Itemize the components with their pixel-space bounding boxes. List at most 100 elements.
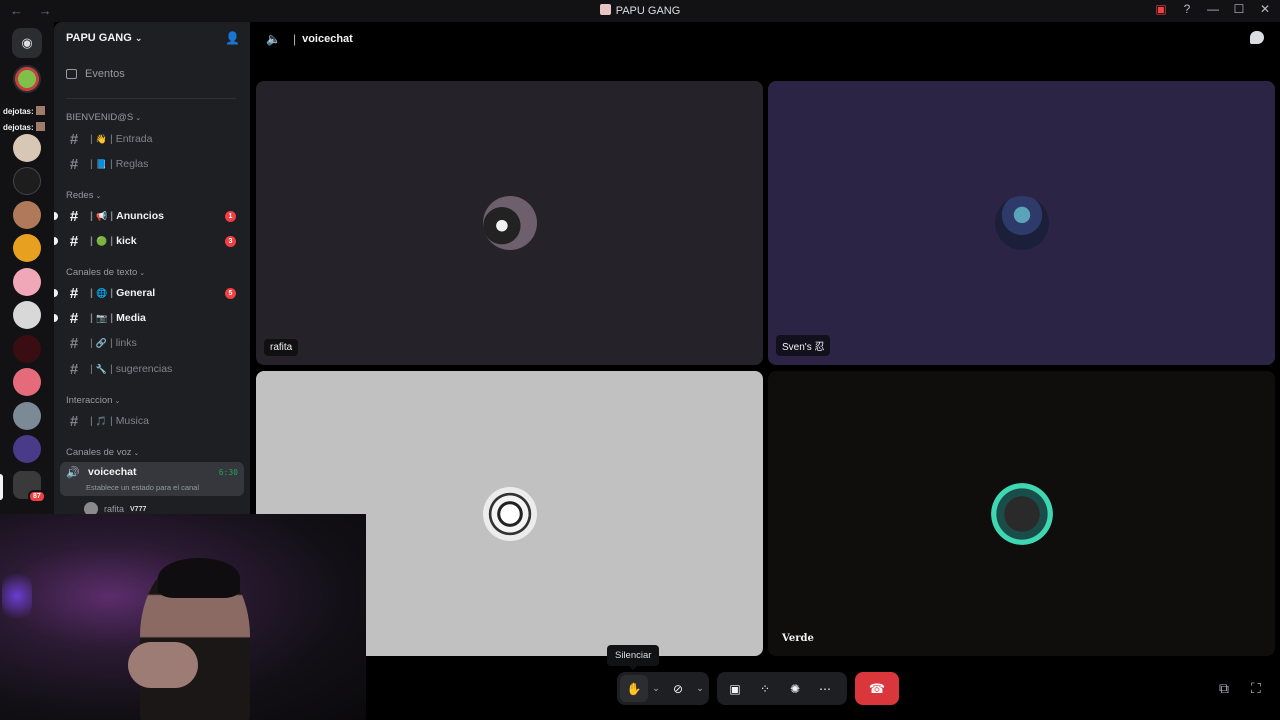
category-texto[interactable]: Canales de texto ⌄ — [66, 267, 145, 278]
unread-indicator — [54, 237, 58, 245]
speaker-icon: 🔊 — [66, 467, 80, 479]
server-avatar[interactable] — [13, 167, 41, 195]
server-avatar[interactable] — [13, 402, 41, 430]
server-avatar[interactable] — [13, 368, 41, 396]
camera-options-chevron-icon[interactable]: ⌄ — [693, 672, 707, 705]
voice-channel-active[interactable]: 🔊 voicechat 6:30 Establece un estado par… — [60, 462, 244, 496]
fullscreen-icon[interactable]: ⛶ — [1251, 680, 1261, 697]
channel-label: sugerencias — [115, 363, 173, 375]
call-channel-name: voicechat — [302, 33, 353, 45]
avatar — [482, 486, 537, 541]
voice-user-tag: V777 — [130, 505, 147, 513]
invite-people-icon[interactable]: 👤 — [225, 31, 240, 45]
participant-tile[interactable]: rafita — [256, 81, 763, 365]
events-item[interactable]: Eventos — [66, 68, 125, 80]
divider — [66, 98, 236, 99]
more-options-icon[interactable]: ⋯ — [810, 672, 840, 705]
help-icon[interactable]: ? — [1180, 2, 1194, 16]
mute-tooltip: Silenciar — [607, 645, 660, 670]
window-title: PAPU GANG — [0, 4, 1280, 17]
mention-count: 1 — [225, 211, 236, 222]
dejotas-label: dejotas: — [3, 106, 45, 116]
channel-anuncios[interactable]: # | 📢 | Anuncios 1 — [54, 205, 244, 227]
channel-entrada[interactable]: # | 👋 | Entrada — [60, 128, 244, 150]
window-controls: ▣ ? — ☐ ✕ — [1154, 2, 1272, 16]
hang-up-icon: ☎ — [868, 680, 886, 696]
server-header[interactable]: PAPU GANG ⌄ 👤 — [54, 22, 250, 54]
category-voz[interactable]: Canales de voz ⌄ — [66, 447, 139, 458]
server-avatar[interactable] — [13, 268, 41, 296]
title-bar: ← → PAPU GANG ▣ ? — ☐ ✕ — [0, 0, 1280, 22]
hash-icon: # — [69, 309, 79, 327]
server-avatar[interactable] — [13, 301, 41, 329]
participant-tile[interactable]: Sven's 忍 — [768, 81, 1275, 365]
soundboard-icon[interactable]: ✺ — [780, 672, 810, 705]
server-avatar[interactable] — [13, 65, 41, 93]
close-icon[interactable]: ✕ — [1258, 2, 1272, 16]
voice-timer: 6:30 — [218, 468, 238, 477]
channel-reglas[interactable]: # | 📘 | Reglas — [60, 153, 244, 175]
inbox-icon[interactable]: ▣ — [1154, 2, 1168, 16]
streamer-hair — [158, 558, 240, 598]
server-avatar[interactable] — [13, 234, 41, 262]
disconnect-button[interactable]: ☎ — [855, 672, 899, 705]
category-bienvenidos[interactable]: BIENVENID@S ⌄ — [66, 112, 141, 123]
server-avatar[interactable] — [13, 134, 41, 162]
window-title-text: PAPU GANG — [615, 5, 681, 17]
dejotas-label: dejotas: — [3, 122, 45, 132]
activities-icon[interactable]: ⁘ — [750, 672, 780, 705]
channel-label: General — [116, 287, 156, 299]
unread-indicator — [54, 289, 58, 297]
category-interaccion[interactable]: Interaccion ⌄ — [66, 395, 120, 406]
speaker-icon: 🔈 — [266, 32, 281, 46]
mention-count: 5 — [225, 288, 236, 299]
server-avatar[interactable] — [13, 335, 41, 363]
channel-label: Media — [116, 312, 146, 324]
channel-label: Anuncios — [116, 210, 164, 222]
events-label: Eventos — [85, 68, 125, 80]
server-name: PAPU GANG — [66, 32, 132, 44]
channel-sugerencias[interactable]: # | 🔧 | sugerencias — [60, 358, 244, 380]
popout-icon[interactable]: ⧉ — [1219, 680, 1229, 697]
call-view: 🔈 | voicechat rafita Sven's 忍 Verde — [250, 22, 1280, 720]
light-glow — [2, 566, 32, 626]
chat-icon[interactable] — [1250, 31, 1264, 44]
hash-icon: # — [69, 155, 79, 173]
channel-label: Reglas — [115, 158, 149, 170]
maximize-icon[interactable]: ☐ — [1232, 2, 1246, 16]
channel-label: Entrada — [115, 133, 153, 145]
participant-tile[interactable]: Verde — [768, 371, 1275, 656]
avatar — [482, 196, 537, 250]
channel-sidebar: PAPU GANG ⌄ 👤 Eventos BIENVENID@S ⌄ # | 👋 | En… — [54, 22, 250, 520]
server-avatar[interactable] — [13, 201, 41, 229]
channel-kick[interactable]: # | 🟢 | kick 3 — [54, 230, 244, 252]
mention-count: 3 — [225, 236, 236, 247]
calendar-icon — [66, 69, 77, 79]
share-screen-icon[interactable]: ▣ — [720, 672, 750, 705]
hash-icon: # — [69, 412, 79, 430]
channel-label: links — [115, 337, 137, 349]
hash-icon: # — [69, 232, 79, 250]
voice-channel-label: voicechat — [88, 466, 137, 478]
hash-icon: # — [69, 334, 79, 352]
channel-links[interactable]: # | 🔗 | links — [60, 332, 244, 354]
hash-icon: # — [69, 130, 79, 148]
category-redes[interactable]: Redes ⌄ — [66, 190, 101, 201]
server-list: ◉ dejotas: dejotas: 87 — [0, 22, 54, 520]
discord-home-icon[interactable]: ◉ — [12, 28, 42, 58]
channel-musica[interactable]: # | 🎵 | Musica — [60, 410, 244, 432]
server-avatar[interactable] — [13, 435, 41, 463]
cursor-hand-icon: ✋ — [620, 675, 648, 702]
mute-button[interactable]: ✋ — [619, 672, 649, 705]
unread-indicator — [54, 314, 58, 322]
camera-off-button[interactable]: ⊘ — [663, 672, 693, 705]
activity-controls: ▣ ⁘ ✺ ⋯ — [717, 672, 847, 705]
hash-icon: # — [69, 207, 79, 225]
voice-status-prompt[interactable]: Establece un estado para el canal — [86, 483, 199, 492]
mic-options-chevron-icon[interactable]: ⌄ — [649, 672, 663, 705]
channel-media[interactable]: # | 📷 | Media — [54, 307, 244, 329]
server-icon — [599, 4, 611, 15]
minimize-icon[interactable]: — — [1206, 2, 1220, 16]
chevron-down-icon: ⌄ — [134, 32, 143, 43]
channel-general[interactable]: # | 🌐 | General 5 — [54, 282, 244, 304]
